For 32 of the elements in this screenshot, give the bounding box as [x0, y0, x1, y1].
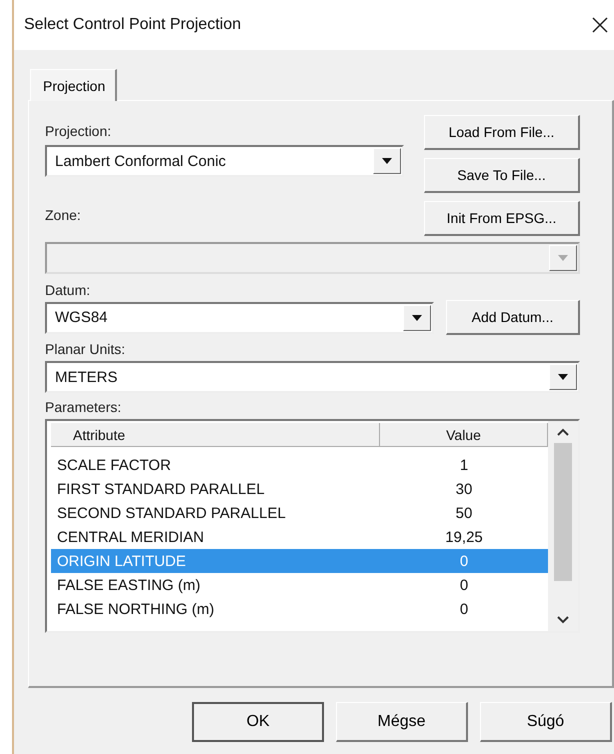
dialog-button[interactable]: OK	[192, 702, 324, 742]
parameter-row[interactable]: FIRST STANDARD PARALLEL 30	[51, 477, 548, 501]
field-label: Zone:	[45, 207, 82, 223]
scroll-down-icon[interactable]	[556, 615, 570, 625]
parameter-row[interactable]: FALSE EASTING (m) 0	[51, 573, 548, 597]
dialog-button[interactable]: Mégse	[336, 702, 468, 742]
field-label: Parameters:	[45, 399, 122, 415]
window-title: Select Control Point Projection	[24, 16, 241, 34]
units-dropdown[interactable]: METERS	[45, 361, 580, 393]
file-button[interactable]: Init From EPSG...	[424, 201, 580, 236]
parameter-row[interactable]: CENTRAL MERIDIAN 19,25	[51, 525, 548, 549]
scroll-up-icon[interactable]	[556, 427, 570, 437]
column-header[interactable]: Value	[380, 423, 548, 447]
column-header[interactable]: Attribute	[51, 423, 380, 447]
dropdown-arrow-icon	[558, 374, 568, 380]
parameter-row[interactable]: FALSE NORTHING (m) 0	[51, 597, 548, 621]
parameter-row[interactable]: SECOND STANDARD PARALLEL 50	[51, 501, 548, 525]
datum-dropdown[interactable]: WGS84	[45, 302, 434, 334]
field-label: Projection:	[45, 123, 112, 139]
projection-tab[interactable]: Projection	[30, 69, 118, 101]
dropdown-arrow-icon	[558, 255, 568, 261]
dropdown-arrow-icon	[412, 314, 422, 320]
parameter-row[interactable]: SCALE FACTOR 1	[51, 453, 548, 477]
dropdown-arrow-icon	[382, 158, 392, 164]
file-button[interactable]: Save To File...	[424, 158, 580, 193]
field-label: Datum:	[45, 282, 92, 298]
projection-dropdown[interactable]: Lambert Conformal Conic	[45, 145, 404, 177]
close-icon[interactable]	[592, 17, 608, 33]
field-label: Planar Units:	[45, 341, 126, 357]
file-button[interactable]: Load From File...	[424, 115, 580, 150]
dialog-button[interactable]: Súgó	[480, 702, 612, 742]
add-datum-button[interactable]: Add Datum...	[446, 300, 580, 335]
